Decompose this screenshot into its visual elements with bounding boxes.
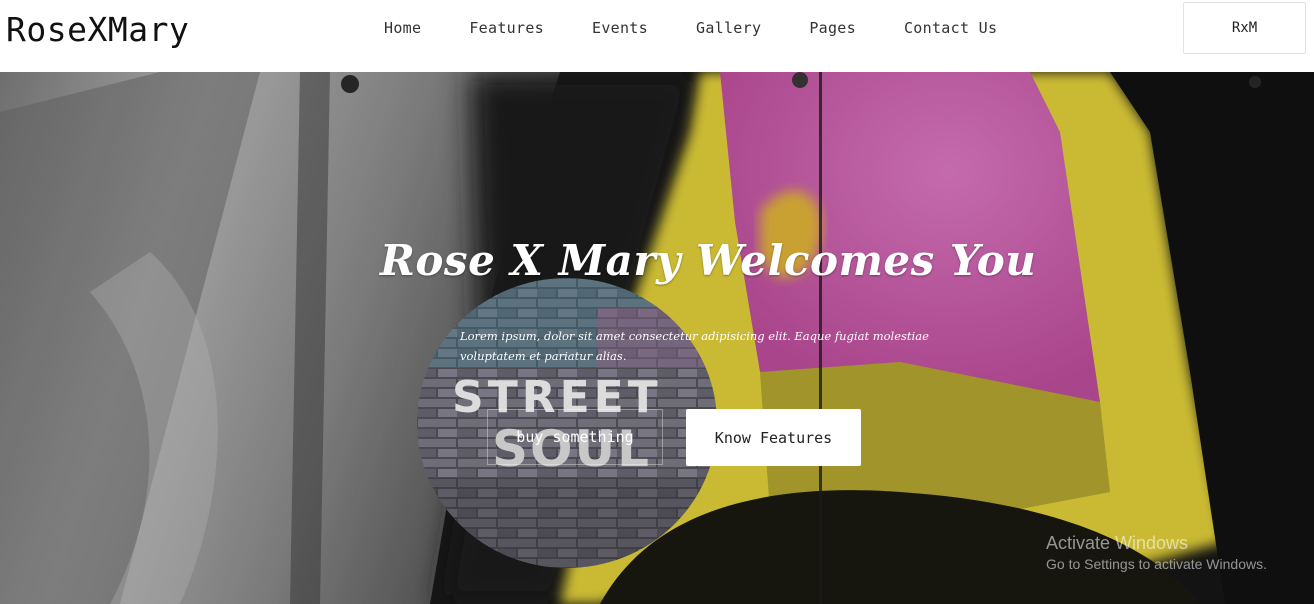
top-header: RoseXMary Home Features Events Gallery P… bbox=[0, 0, 1314, 72]
buy-something-button[interactable]: buy something bbox=[487, 409, 663, 465]
activate-windows-watermark: Activate Windows Go to Settings to activ… bbox=[1046, 533, 1267, 572]
watermark-line-2: Go to Settings to activate Windows. bbox=[1046, 556, 1267, 572]
hero-section: STREET SOUL Rose X Mary Welcomes You Lor… bbox=[0, 72, 1314, 604]
hero-title: Rose X Mary Welcomes You bbox=[380, 236, 1037, 285]
nav-item-events[interactable]: Events bbox=[568, 19, 672, 37]
nav-item-contact-us[interactable]: Contact Us bbox=[880, 19, 1021, 37]
watermark-line-1: Activate Windows bbox=[1046, 533, 1189, 553]
brand-logo[interactable]: RoseXMary bbox=[6, 10, 189, 49]
nav-item-features[interactable]: Features bbox=[445, 19, 568, 37]
rxm-button[interactable]: RxM bbox=[1183, 2, 1306, 54]
nav-item-gallery[interactable]: Gallery bbox=[672, 19, 785, 37]
hero-lead-text: Lorem ipsum, dolor sit amet consectetur … bbox=[460, 329, 929, 363]
main-nav: Home Features Events Gallery Pages Conta… bbox=[360, 0, 1021, 56]
nav-item-pages[interactable]: Pages bbox=[785, 19, 880, 37]
nav-item-home[interactable]: Home bbox=[360, 19, 445, 37]
know-features-button[interactable]: Know Features bbox=[686, 409, 861, 466]
